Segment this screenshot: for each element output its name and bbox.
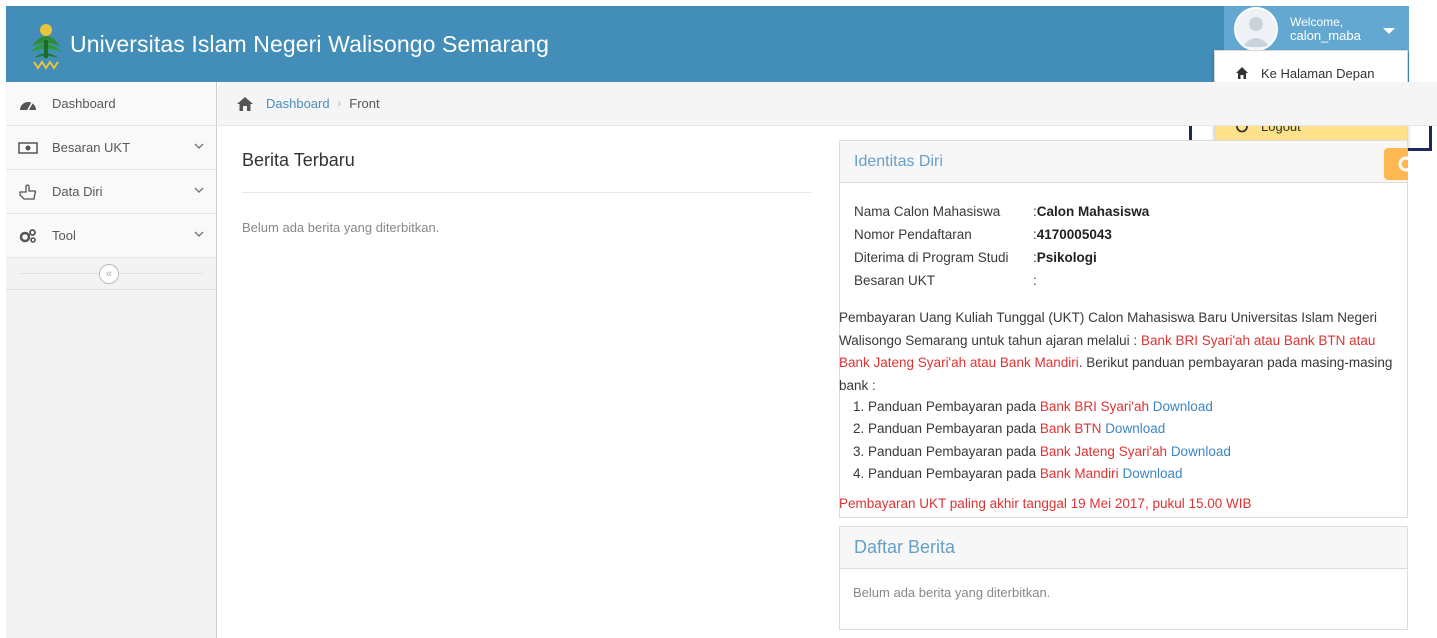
- guide-prefix: 1. Panduan Pembayaran pada: [853, 399, 1040, 414]
- payment-info: Pembayaran Uang Kuliah Tunggal (UKT) Cal…: [839, 307, 1399, 397]
- identity-row: Diterima di Program Studi : Psikologi: [854, 246, 1149, 269]
- news-list-empty-message: Belum ada berita yang diterbitkan.: [853, 585, 1051, 600]
- identity-label: Nama Calon Mahasiswa: [854, 204, 1001, 219]
- user-info: Welcome, calon_maba: [1290, 15, 1361, 43]
- username: calon_maba: [1290, 28, 1361, 43]
- hand-pointer-icon: [18, 183, 38, 200]
- identity-separator: :: [1033, 273, 1037, 288]
- identity-label: Diterima di Program Studi: [854, 250, 1009, 265]
- caret-down-icon: [1383, 28, 1395, 34]
- sidebar-item-dashboard[interactable]: Dashboard: [6, 82, 216, 126]
- avatar: [1234, 7, 1278, 51]
- identity-value: 4170005043: [1036, 227, 1112, 242]
- identity-row: Nomor Pendaftaran : 4170005043: [854, 223, 1149, 246]
- guide-bank: Bank BRI Syari'ah: [1039, 399, 1150, 414]
- sidebar-collapse-button[interactable]: «: [99, 264, 119, 284]
- home-icon[interactable]: [236, 96, 254, 112]
- identity-label: Besaran UKT: [854, 273, 936, 288]
- identity-label: Nomor Pendaftaran: [854, 227, 972, 242]
- money-icon: [18, 140, 38, 156]
- sidebar-item-label: Data Diri: [52, 184, 103, 199]
- identity-value: Psikologi: [1036, 250, 1097, 265]
- download-link[interactable]: Download: [1105, 421, 1165, 436]
- breadcrumb-current: Front: [349, 96, 380, 111]
- chevron-down-icon: [194, 231, 204, 237]
- gear-icon: [1398, 156, 1414, 172]
- list-item: 2. Panduan Pembayaran pada Bank BTN Down…: [853, 418, 1231, 440]
- guide-prefix: 2. Panduan Pembayaran pada: [853, 421, 1040, 437]
- guide-prefix: 4. Panduan Pembayaran pada: [853, 465, 1040, 481]
- chevron-down-icon: [194, 187, 204, 193]
- menu-item-label: Ke Halaman Depan: [1261, 65, 1375, 81]
- tachometer-icon: [18, 96, 38, 112]
- news-list-widget: Daftar Berita: [839, 526, 1408, 630]
- list-item: 4. Panduan Pembayaran pada Bank Mandiri …: [853, 463, 1231, 485]
- guide-bank: Bank Jateng Syari'ah: [1039, 443, 1168, 459]
- divider: [242, 192, 812, 193]
- brand[interactable]: Universitas Islam Negeri Walisongo Semar…: [28, 18, 549, 70]
- payment-guide-list: 1. Panduan Pembayaran pada Bank BRI Syar…: [853, 396, 1231, 485]
- news-empty-message: Belum ada berita yang diterbitkan.: [242, 220, 440, 235]
- sidebar-item-tool[interactable]: Tool: [6, 214, 216, 258]
- sidebar-item-label: Dashboard: [52, 96, 116, 111]
- breadcrumb-separator: ›: [337, 97, 342, 110]
- sidebar-item-data-diri[interactable]: Data Diri: [6, 170, 216, 214]
- settings-toggle[interactable]: [1384, 148, 1414, 180]
- news-section-title: Berita Terbaru: [242, 150, 355, 170]
- user-menu-toggle[interactable]: Welcome, calon_maba: [1224, 6, 1409, 52]
- user-avatar-icon: [1242, 17, 1270, 47]
- guide-prefix: 3. Panduan Pembayaran pada: [853, 443, 1040, 459]
- sidebar-item-besaran-ukt[interactable]: Besaran UKT: [6, 126, 216, 170]
- widget-title: Daftar Berita: [840, 527, 1407, 569]
- cogs-icon: [18, 228, 38, 244]
- welcome-label: Welcome,: [1290, 15, 1344, 29]
- app-title: Universitas Islam Negeri Walisongo Semar…: [70, 30, 549, 57]
- download-link[interactable]: Download: [1153, 399, 1213, 414]
- guide-bank: Bank Mandiri: [1039, 465, 1119, 481]
- guide-bank: Bank BTN: [1039, 421, 1102, 437]
- download-link[interactable]: Download: [1171, 444, 1231, 459]
- identity-row: Nama Calon Mahasiswa : Calon Mahasiswa: [854, 200, 1149, 223]
- sidebar-item-label: Tool: [52, 228, 76, 243]
- widget-title: Identitas Diri: [840, 141, 1407, 183]
- sidebar-item-label: Besaran UKT: [52, 140, 131, 155]
- identity-value: Calon Mahasiswa: [1036, 204, 1150, 219]
- download-link[interactable]: Download: [1122, 466, 1182, 481]
- navbar: Universitas Islam Negeri Walisongo Semar…: [6, 6, 1409, 82]
- home-icon: [1236, 67, 1248, 79]
- university-logo: [30, 24, 62, 70]
- sidebar-collapse-row: «: [6, 258, 216, 290]
- breadcrumb-link-dashboard[interactable]: Dashboard: [266, 96, 330, 111]
- list-item: 3. Panduan Pembayaran pada Bank Jateng S…: [853, 441, 1231, 463]
- list-item: 1. Panduan Pembayaran pada Bank BRI Syar…: [853, 396, 1231, 418]
- sidebar: Dashboard Besaran UKT Data Diri Tool «: [6, 82, 217, 638]
- identity-row: Besaran UKT :: [854, 269, 1149, 292]
- chevron-down-icon: [194, 143, 204, 149]
- identity-details: Nama Calon Mahasiswa : Calon Mahasiswa N…: [854, 200, 1149, 292]
- breadcrumb: Dashboard › Front: [218, 82, 1437, 126]
- payment-deadline: Pembayaran UKT paling akhir tanggal 19 M…: [839, 496, 1252, 511]
